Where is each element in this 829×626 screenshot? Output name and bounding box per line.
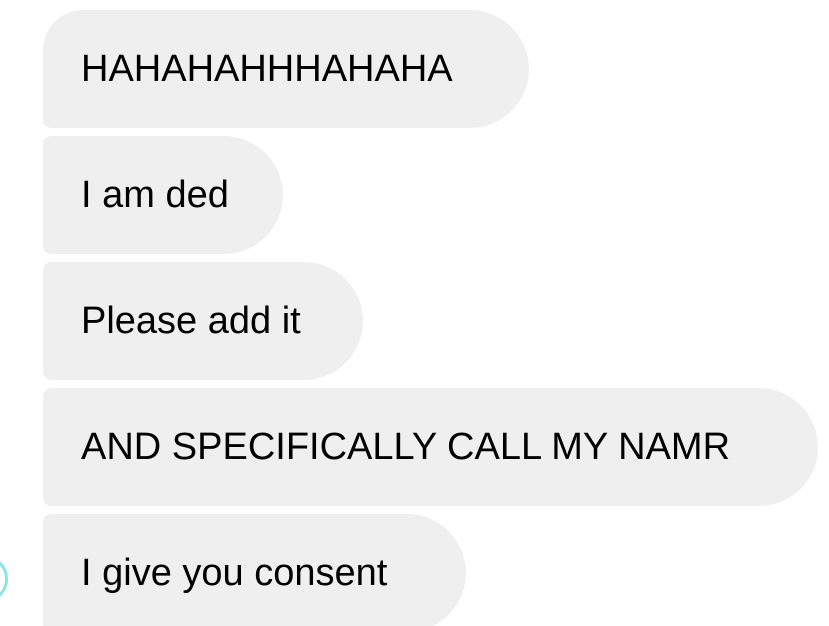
message-thread: HAHAHAHHHAHAHA I am ded Please add it AN… (0, 0, 829, 626)
message-bubble[interactable]: I give you consent (43, 514, 466, 626)
message-bubble[interactable]: I am ded (43, 136, 283, 254)
message-bubble[interactable]: HAHAHAHHHAHAHA (43, 10, 529, 128)
message-bubble[interactable]: Please add it (43, 262, 363, 380)
sender-avatar[interactable] (0, 555, 8, 603)
message-bubble[interactable]: AND SPECIFICALLY CALL MY NAMR (43, 388, 818, 506)
